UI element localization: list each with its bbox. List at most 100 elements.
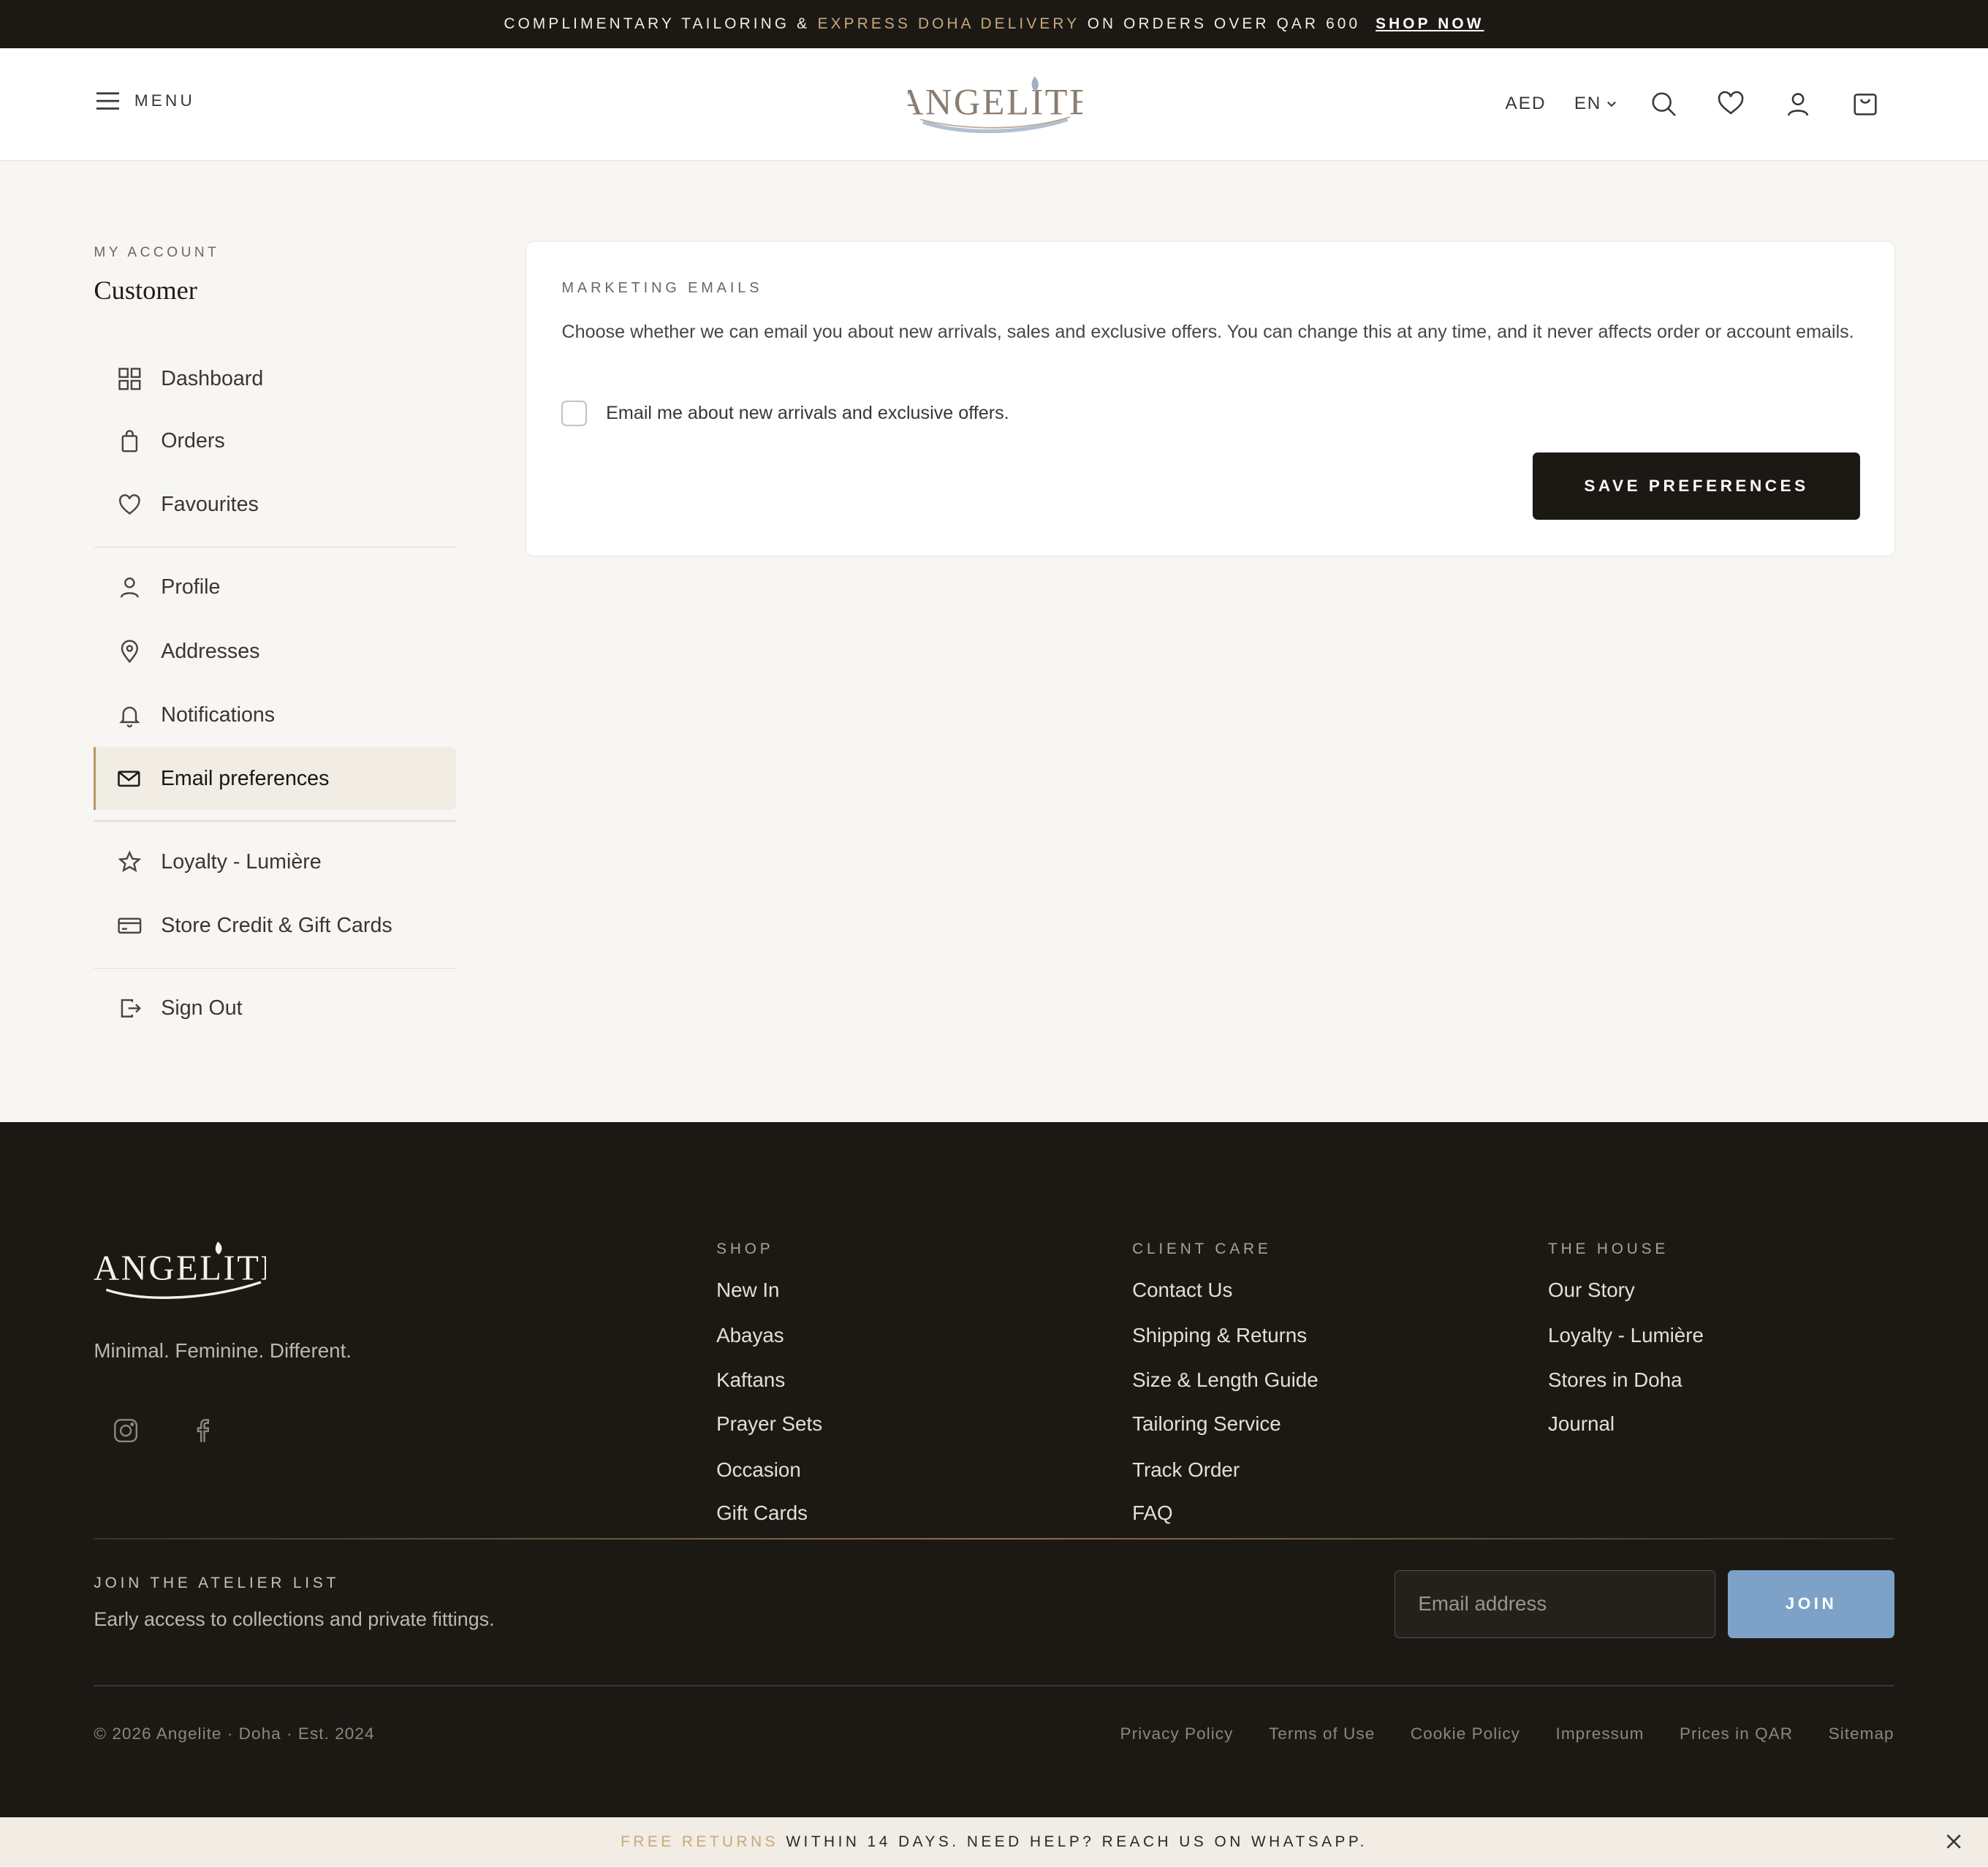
marketing-opt-in-row[interactable]: Email me about new arrivals and exclusiv… (561, 401, 1009, 426)
shop-now-link[interactable]: SHOP NOW (1376, 15, 1484, 33)
hamburger-icon (96, 92, 120, 110)
menu-button[interactable]: MENU (96, 91, 195, 110)
instagram-icon[interactable] (112, 1417, 140, 1444)
footer-link[interactable]: Shipping & Returns (1132, 1324, 1307, 1347)
footer-link[interactable]: Occasion (716, 1458, 801, 1482)
footer-link[interactable]: Our Story (1548, 1279, 1635, 1302)
sidebar-item-addresses[interactable]: Addresses (94, 620, 456, 683)
sidebar-divider (94, 967, 457, 969)
card-description: Choose whether we can email you about ne… (561, 322, 1854, 343)
sidebar-item-loyalty[interactable]: Loyalty - Lumière (94, 830, 456, 894)
bag-icon[interactable] (1851, 90, 1879, 118)
sidebar-item-store-credit[interactable]: Store Credit & Gift Cards (94, 894, 456, 958)
footer-link[interactable]: Abayas (716, 1324, 784, 1347)
legal-link-impressum[interactable]: Impressum (1556, 1724, 1644, 1743)
card-eyebrow: MARKETING EMAILS (561, 280, 763, 297)
legal-link-prices[interactable]: Prices in QAR (1680, 1724, 1793, 1743)
site-footer: ANGELITE Minimal. Feminine. Different. S… (0, 1122, 1988, 1817)
mail-icon (118, 770, 140, 787)
sidebar-item-dashboard[interactable]: Dashboard (94, 347, 456, 411)
announcement-accent: EXPRESS DOHA DELIVERY (817, 15, 1080, 32)
facebook-icon[interactable] (188, 1417, 216, 1444)
marketing-emails-card: MARKETING EMAILS Choose whether we can e… (526, 242, 1894, 556)
legal-link-privacy[interactable]: Privacy Policy (1120, 1724, 1234, 1743)
footer-link[interactable]: Contact Us (1132, 1279, 1232, 1302)
bag-icon (121, 430, 137, 452)
footer-column-title: CLIENT CARE (1132, 1240, 1272, 1257)
legal-link-sitemap[interactable]: Sitemap (1829, 1724, 1894, 1743)
newsletter-email-input[interactable] (1395, 1569, 1716, 1639)
bottom-bar-text: WITHIN 14 DAYS. NEED HELP? REACH US ON W… (786, 1833, 1367, 1850)
sidebar-item-orders[interactable]: Orders (94, 409, 456, 473)
currency-selector[interactable]: AED (1506, 94, 1547, 114)
announcement-text: COMPLIMENTARY TAILORING & (504, 15, 811, 32)
logo-wordmark: ANGELITE (908, 81, 1082, 122)
sidebar-item-label: Sign Out (161, 996, 243, 1020)
sidebar-item-label: Orders (161, 429, 225, 453)
card-icon (117, 917, 141, 934)
site-logo[interactable]: ANGELITE (908, 74, 1082, 137)
sidebar-divider (94, 546, 457, 548)
footer-divider (94, 1538, 1894, 1540)
social-links (112, 1417, 216, 1444)
footer-column-the-house: THE HOUSE Our Story Loyalty - Lumière St… (1548, 1240, 1704, 1436)
search-icon[interactable] (1650, 90, 1677, 118)
heart-icon (118, 494, 140, 515)
star-icon (117, 850, 141, 873)
close-icon[interactable] (1945, 1833, 1962, 1850)
legal-link-cookie[interactable]: Cookie Policy (1411, 1724, 1520, 1743)
footer-link[interactable]: Stores in Doha (1548, 1368, 1682, 1392)
footer-column-title: SHOP (716, 1240, 774, 1257)
save-preferences-button[interactable]: SAVE PREFERENCES (1533, 452, 1860, 520)
language-selector[interactable]: EN (1574, 94, 1617, 114)
footer-logo[interactable]: ANGELITE (94, 1239, 266, 1300)
marketing-opt-in-label[interactable]: Email me about new arrivals and exclusiv… (606, 403, 1009, 424)
heart-icon[interactable] (1717, 90, 1745, 118)
site-header: MENU ANGELITE AED EN (0, 48, 1988, 162)
marketing-opt-in-checkbox[interactable] (561, 401, 588, 426)
footer-link[interactable]: Track Order (1132, 1458, 1240, 1482)
legal-links: Privacy Policy Terms of Use Cookie Polic… (1120, 1724, 1894, 1743)
footer-link[interactable]: New In (716, 1279, 779, 1302)
footer-link[interactable]: Tailoring Service (1132, 1412, 1281, 1436)
announcement-bar: COMPLIMENTARY TAILORING & EXPRESS DOHA D… (0, 0, 1988, 48)
newsletter-description: Early access to collections and private … (94, 1607, 495, 1630)
menu-label: MENU (134, 91, 195, 110)
footer-tagline: Minimal. Feminine. Different. (94, 1338, 352, 1362)
footer-link[interactable]: Kaftans (716, 1368, 785, 1392)
legal-link-terms[interactable]: Terms of Use (1269, 1724, 1375, 1743)
footer-link[interactable]: Journal (1548, 1412, 1615, 1436)
footer-column-title: THE HOUSE (1548, 1240, 1669, 1257)
sidebar-item-sign-out[interactable]: Sign Out (94, 977, 456, 1040)
user-icon[interactable] (1784, 90, 1812, 118)
sidebar-item-profile[interactable]: Profile (94, 556, 456, 619)
sidebar-item-label: Notifications (161, 703, 276, 727)
footer-link[interactable]: Prayer Sets (716, 1412, 822, 1436)
bottom-announcement-bar: FREE RETURNS WITHIN 14 DAYS. NEED HELP? … (0, 1817, 1988, 1867)
grid-icon (118, 368, 141, 390)
header-actions: AED EN (1506, 83, 1879, 124)
sidebar-item-label: Store Credit & Gift Cards (161, 913, 392, 937)
customer-name: Customer (94, 276, 197, 306)
sidebar-item-favourites[interactable]: Favourites (94, 473, 456, 537)
sidebar-item-label: Profile (161, 575, 221, 599)
copyright: © 2026 Angelite · Doha · Est. 2024 (94, 1724, 375, 1743)
sidebar-item-label: Email preferences (160, 766, 330, 790)
sidebar-item-label: Addresses (161, 640, 260, 664)
sidebar-item-email-preferences[interactable]: Email preferences (94, 746, 457, 811)
bottom-bar-accent: FREE RETURNS (621, 1833, 778, 1850)
newsletter-eyebrow: JOIN THE ATELIER LIST (94, 1575, 340, 1592)
sign-out-icon (121, 999, 141, 1018)
footer-logo-wordmark: ANGELITE (94, 1248, 266, 1287)
footer-column-shop: SHOP New In Abayas Kaftans Prayer Sets O… (716, 1240, 822, 1524)
footer-link[interactable]: FAQ (1132, 1501, 1173, 1525)
announcement-text-2: ON ORDERS OVER QAR 600 (1087, 15, 1361, 32)
footer-link[interactable]: Gift Cards (716, 1501, 808, 1525)
sidebar-item-notifications[interactable]: Notifications (94, 683, 456, 747)
footer-link[interactable]: Loyalty - Lumière (1548, 1324, 1704, 1347)
newsletter-join-button[interactable]: JOIN (1728, 1569, 1894, 1639)
user-icon (120, 577, 139, 598)
footer-link[interactable]: Size & Length Guide (1132, 1368, 1319, 1392)
language-label: EN (1574, 94, 1601, 114)
pin-icon (121, 640, 138, 664)
